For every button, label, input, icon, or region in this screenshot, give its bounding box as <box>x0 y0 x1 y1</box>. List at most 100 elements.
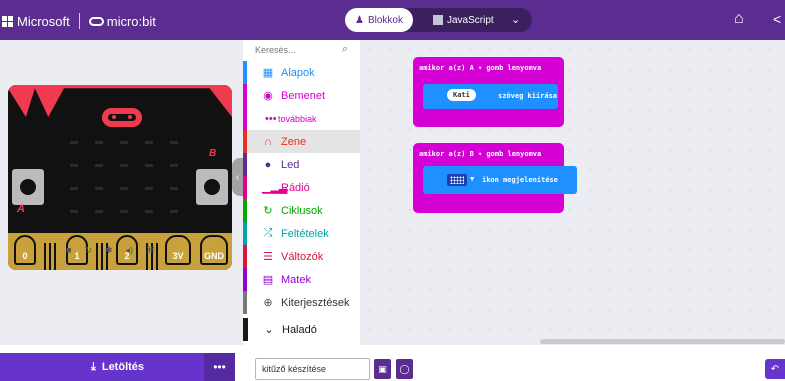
chevron-down-icon: ⌄ <box>264 324 274 336</box>
button-b-label: B <box>209 148 217 159</box>
headphones-icon: ∩ <box>264 135 272 148</box>
led <box>70 187 78 190</box>
home-button[interactable]: ⌂ <box>734 11 744 27</box>
shuffle-icon: ⤮ <box>263 227 273 239</box>
category-label: Kiterjesztések <box>281 296 350 309</box>
text-value-input[interactable]: Kati <box>447 89 476 101</box>
github-button[interactable]: ◯ <box>396 359 413 379</box>
category-valtozok[interactable]: ☰ Változók <box>243 245 360 268</box>
brand[interactable]: Microsoft micro:bit <box>2 13 156 29</box>
collapse-simulator-button[interactable]: ‹ <box>232 158 243 196</box>
microbit-board: A B 0 1 2 3V GND <box>8 85 232 270</box>
led <box>70 164 78 167</box>
led <box>170 141 178 144</box>
pin-3v[interactable]: 3V <box>165 235 191 265</box>
led <box>95 187 103 190</box>
javascript-tab[interactable]: JavaScript <box>433 8 494 32</box>
led <box>145 210 153 213</box>
home-icon: ⌂ <box>734 10 744 27</box>
category-label: Ciklusok <box>281 204 323 217</box>
led <box>120 141 128 144</box>
project-name-input[interactable] <box>255 358 370 380</box>
pin-ridge <box>156 243 158 270</box>
javascript-icon <box>433 15 443 25</box>
save-button[interactable]: ▣ <box>374 359 391 379</box>
button-b[interactable] <box>196 169 228 205</box>
category-label: Változók <box>281 250 324 263</box>
calculator-icon: ▤ <box>262 274 274 286</box>
circle-dot-icon: ◉ <box>263 90 273 102</box>
led <box>120 164 128 167</box>
search-icon[interactable]: ⌕ <box>342 43 348 56</box>
simulator-panel: A B 0 1 2 3V GND ■ ↻ ✱ ◂) ⌘ <box>0 40 243 345</box>
category-radio[interactable]: ▁▂▃ Rádió <box>243 176 360 199</box>
category-label: Alapok <box>281 66 315 79</box>
github-icon: ◯ <box>399 363 410 374</box>
board-face-logo-icon[interactable] <box>102 108 142 127</box>
led <box>70 210 78 213</box>
button-b-event-block[interactable]: amikor a(z) B ▾ gomb lenyomva ▼ ikon meg… <box>413 143 577 213</box>
language-dropdown-chevron-icon[interactable]: ⌄ <box>511 13 520 26</box>
led <box>120 210 128 213</box>
category-zene[interactable]: ∩ Zene <box>243 130 360 153</box>
dropdown-arrow-icon[interactable]: ▼ <box>470 175 474 183</box>
download-button[interactable]: ⤓ Letöltés <box>0 353 235 381</box>
show-string-block[interactable]: Kati szöveg kiírása <box>423 84 558 109</box>
category-label: Rádió <box>281 181 310 194</box>
editor-toggle: ♟ Blokkok JavaScript ⌄ <box>345 8 532 32</box>
blocks-tab[interactable]: ♟ Blokkok <box>345 8 413 32</box>
stop-icon[interactable]: ■ <box>66 245 71 256</box>
category-bemenet[interactable]: ◉ Bemenet <box>243 84 360 107</box>
category-ciklusok[interactable]: ↻ Ciklusok <box>243 199 360 222</box>
restart-icon[interactable]: ↻ <box>84 245 92 256</box>
grid-icon: ▦ <box>262 67 274 79</box>
pin-gnd[interactable]: GND <box>200 235 228 265</box>
category-label: Bemenet <box>281 89 326 102</box>
download-label: Letöltés <box>101 361 145 373</box>
button-a-event-block[interactable]: amikor a(z) A ▾ gomb lenyomva Kati szöve… <box>413 57 564 127</box>
workspace-horizontal-scrollbar[interactable] <box>540 339 785 344</box>
share-button[interactable]: < <box>773 11 781 27</box>
led <box>170 164 178 167</box>
slowmo-icon[interactable]: ✱ <box>105 245 113 256</box>
pin-ridge <box>54 243 56 270</box>
blocks-workspace[interactable]: amikor a(z) A ▾ gomb lenyomva Kati szöve… <box>360 40 785 345</box>
toggle-icon: ● <box>264 158 272 171</box>
brand-microbit-label: micro:bit <box>106 13 156 29</box>
button-a[interactable] <box>12 169 44 205</box>
mute-icon[interactable]: ◂) <box>126 245 134 256</box>
led <box>95 164 103 167</box>
fullscreen-icon[interactable]: ⌘ <box>146 245 155 256</box>
button-a-label: A <box>17 203 25 215</box>
led <box>170 187 178 190</box>
plus-circle-icon: ⊕ <box>263 297 273 309</box>
category-label: Haladó <box>282 323 317 336</box>
category-feltetelek[interactable]: ⤮ Feltételek <box>243 222 360 245</box>
list-icon: ☰ <box>263 251 273 263</box>
category-kiterjesztesek[interactable]: ⊕ Kiterjesztések <box>243 291 360 314</box>
led <box>170 210 178 213</box>
category-led[interactable]: ● Led <box>243 153 360 176</box>
led <box>120 187 128 190</box>
microsoft-logo-icon <box>2 15 13 27</box>
category-label: továbbiak <box>278 113 317 124</box>
show-icon-block[interactable]: ▼ ikon megjelenítése <box>423 166 577 194</box>
dots-icon: ••• <box>265 112 277 125</box>
top-menu-bar: Microsoft micro:bit ♟ Blokkok JavaScript… <box>0 0 785 40</box>
download-more-button[interactable]: ••• <box>204 353 235 381</box>
share-icon: < <box>773 11 782 27</box>
icon-picker-grid-icon[interactable] <box>447 174 467 186</box>
category-alapok[interactable]: ▦ Alapok <box>243 61 360 84</box>
led <box>145 164 153 167</box>
signal-icon: ▁▂▃ <box>262 182 288 194</box>
pin-0[interactable]: 0 <box>14 235 36 265</box>
toolbox: Keresés... ⌕ ▦ Alapok ◉ Bemenet ••• tová… <box>243 40 360 345</box>
search-input[interactable]: Keresés... ⌕ <box>243 40 360 60</box>
brand-divider <box>78 13 80 29</box>
undo-button[interactable]: ↶ <box>765 359 785 379</box>
refresh-icon: ↻ <box>263 205 273 217</box>
category-label: Zene <box>281 135 307 148</box>
category-halado[interactable]: ⌄ Haladó <box>243 318 360 341</box>
category-matek[interactable]: ▤ Matek <box>243 268 360 291</box>
category-bemenet-more[interactable]: ••• továbbiak <box>243 107 360 130</box>
